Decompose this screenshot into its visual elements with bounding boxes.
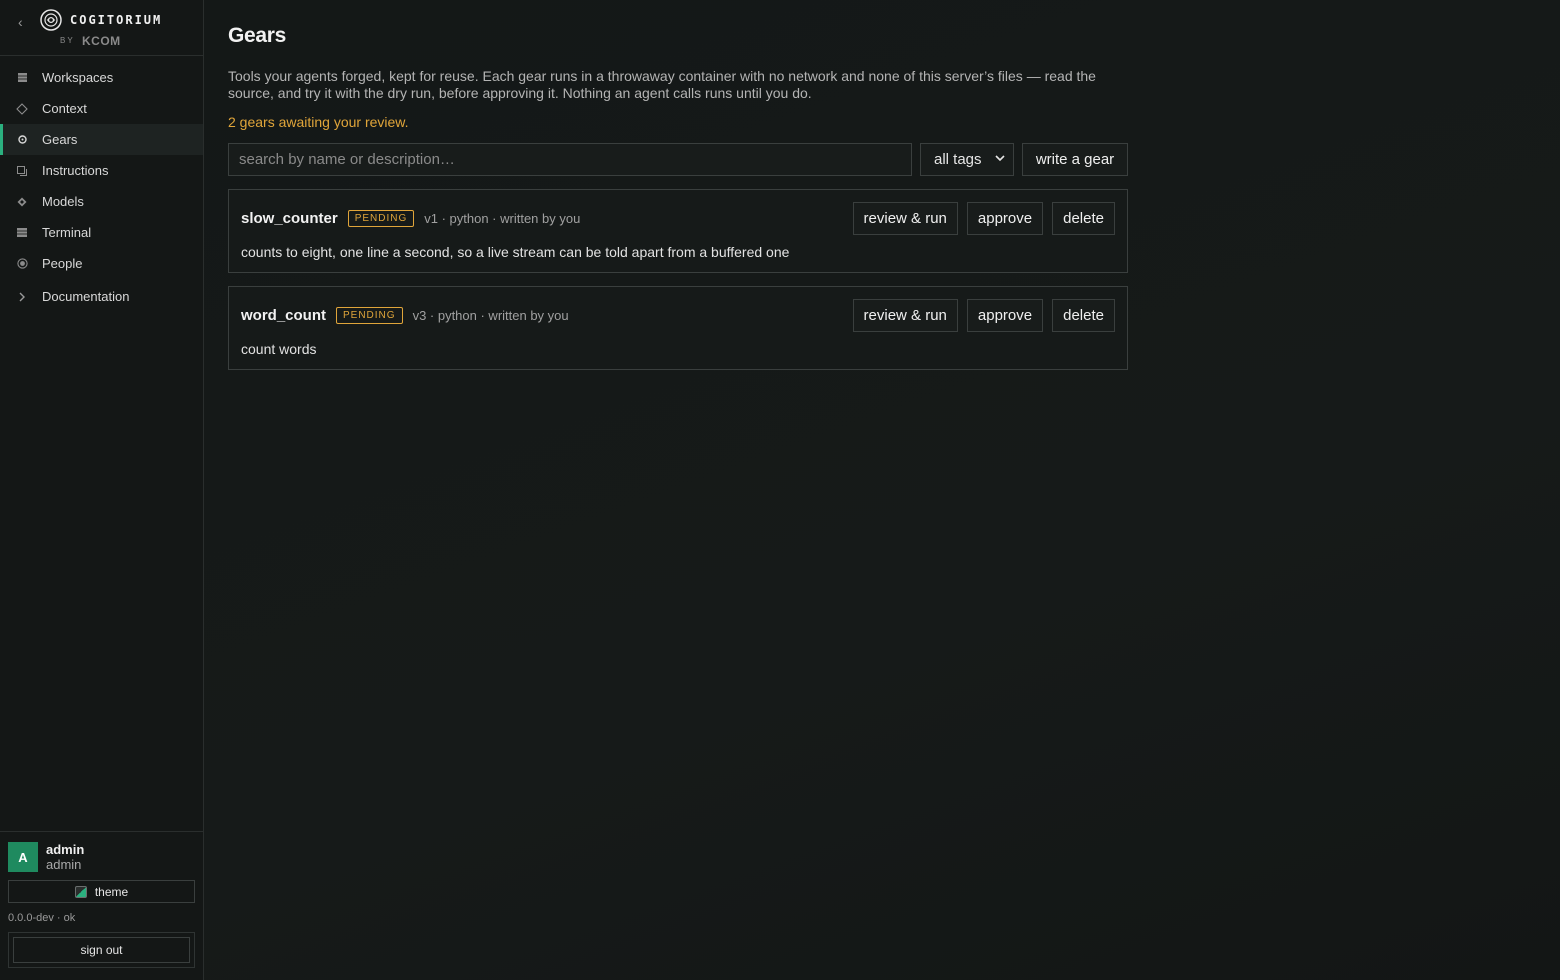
brand-company: KCOM — [82, 34, 121, 48]
chevron-right-icon — [16, 292, 28, 302]
sidebar-item-label: Models — [42, 194, 84, 209]
review-run-button[interactable]: review & run — [852, 202, 958, 235]
version-status: 0.0.0-dev · ok — [8, 912, 76, 924]
brand-header: ‹ COGITORIUM BY KCOM — [0, 0, 203, 56]
chevron-left-icon[interactable]: ‹ — [18, 14, 23, 30]
people-icon — [16, 258, 28, 269]
gear-card-header: slow_counter PENDING v1 · python · writt… — [241, 202, 1115, 235]
gear-description: count words — [241, 341, 317, 357]
sidebar-item-gears[interactable]: Gears — [0, 124, 203, 155]
status-badge: PENDING — [347, 210, 415, 227]
sign-out-button[interactable]: sign out — [13, 937, 190, 963]
sidebar: ‹ COGITORIUM BY KCOM Workspaces Context … — [0, 0, 204, 980]
app-root: ‹ COGITORIUM BY KCOM Workspaces Context … — [0, 0, 1560, 980]
sidebar-item-label: People — [42, 256, 83, 271]
gear-icon — [16, 135, 28, 144]
diamond-icon — [16, 102, 28, 115]
brand-name: COGITORIUM — [70, 13, 163, 27]
approve-button[interactable]: approve — [966, 299, 1044, 332]
user-name: admin — [46, 842, 85, 857]
sidebar-item-label: Instructions — [42, 163, 109, 178]
user-profile[interactable]: A admin admin — [8, 842, 195, 872]
gear-actions: review & run approve delete — [844, 202, 1115, 235]
delete-button[interactable]: delete — [1052, 299, 1115, 332]
sidebar-item-label: Terminal — [42, 225, 92, 240]
sidebar-item-people[interactable]: People — [0, 248, 203, 279]
gear-actions: review & run approve delete — [844, 299, 1115, 332]
gear-card: word_count PENDING v3 · python · written… — [228, 286, 1128, 370]
theme-swatch-icon — [74, 885, 87, 898]
models-icon — [16, 197, 28, 207]
theme-label: theme — [94, 884, 129, 899]
chevron-down-icon — [995, 154, 1005, 165]
delete-button[interactable]: delete — [1052, 202, 1115, 235]
gear-name: word_count — [241, 307, 326, 324]
sidebar-item-terminal[interactable]: Terminal — [0, 217, 203, 248]
avatar: A — [8, 842, 38, 872]
tags-select-value: all tags — [934, 151, 982, 168]
sidebar-item-models[interactable]: Models — [0, 186, 203, 217]
gears-toolbar: all tags write a gear — [228, 143, 1128, 176]
review-run-button[interactable]: review & run — [852, 299, 958, 332]
gear-card-header: word_count PENDING v3 · python · written… — [241, 299, 1115, 332]
sidebar-item-label: Workspaces — [42, 70, 114, 85]
workspaces-icon — [16, 73, 28, 82]
brand-logo-icon — [40, 9, 62, 31]
brand-by: BY — [60, 36, 75, 45]
search-input[interactable] — [228, 143, 912, 176]
gear-meta: v3 · python · written by you — [412, 308, 569, 323]
gear-description: counts to eight, one line a second, so a… — [241, 244, 790, 260]
user-info: admin admin — [46, 842, 84, 872]
sidebar-item-workspaces[interactable]: Workspaces — [0, 62, 203, 93]
sidebar-item-label: Documentation — [42, 289, 130, 304]
sidebar-item-label: Gears — [42, 132, 78, 147]
instructions-icon — [16, 165, 28, 176]
approve-button[interactable]: approve — [966, 202, 1044, 235]
page-description: Tools your agents forged, kept for reuse… — [228, 68, 1096, 101]
theme-button[interactable]: theme — [8, 880, 195, 903]
sidebar-item-instructions[interactable]: Instructions — [0, 155, 203, 186]
awaiting-review-notice: 2 gears awaiting your review. — [228, 114, 409, 130]
main-content: Gears Tools your agents forged, kept for… — [204, 0, 1560, 980]
signout-container: sign out — [8, 932, 195, 968]
gear-card: slow_counter PENDING v1 · python · writt… — [228, 189, 1128, 273]
page-title: Gears — [228, 24, 287, 47]
sidebar-nav: Workspaces Context Gears Instructions Mo… — [0, 56, 203, 312]
sidebar-footer: A admin admin theme 0.0.0-dev · ok sign … — [0, 831, 203, 980]
sidebar-item-label: Context — [42, 101, 87, 116]
write-gear-button[interactable]: write a gear — [1022, 143, 1128, 176]
sidebar-item-documentation[interactable]: Documentation — [0, 281, 203, 312]
sidebar-item-context[interactable]: Context — [0, 93, 203, 124]
gear-meta: v1 · python · written by you — [424, 211, 581, 226]
terminal-icon — [16, 228, 28, 237]
gear-name: slow_counter — [241, 210, 338, 227]
user-role: admin — [46, 857, 82, 872]
tags-select[interactable]: all tags — [920, 143, 1014, 176]
status-badge: PENDING — [336, 307, 403, 324]
